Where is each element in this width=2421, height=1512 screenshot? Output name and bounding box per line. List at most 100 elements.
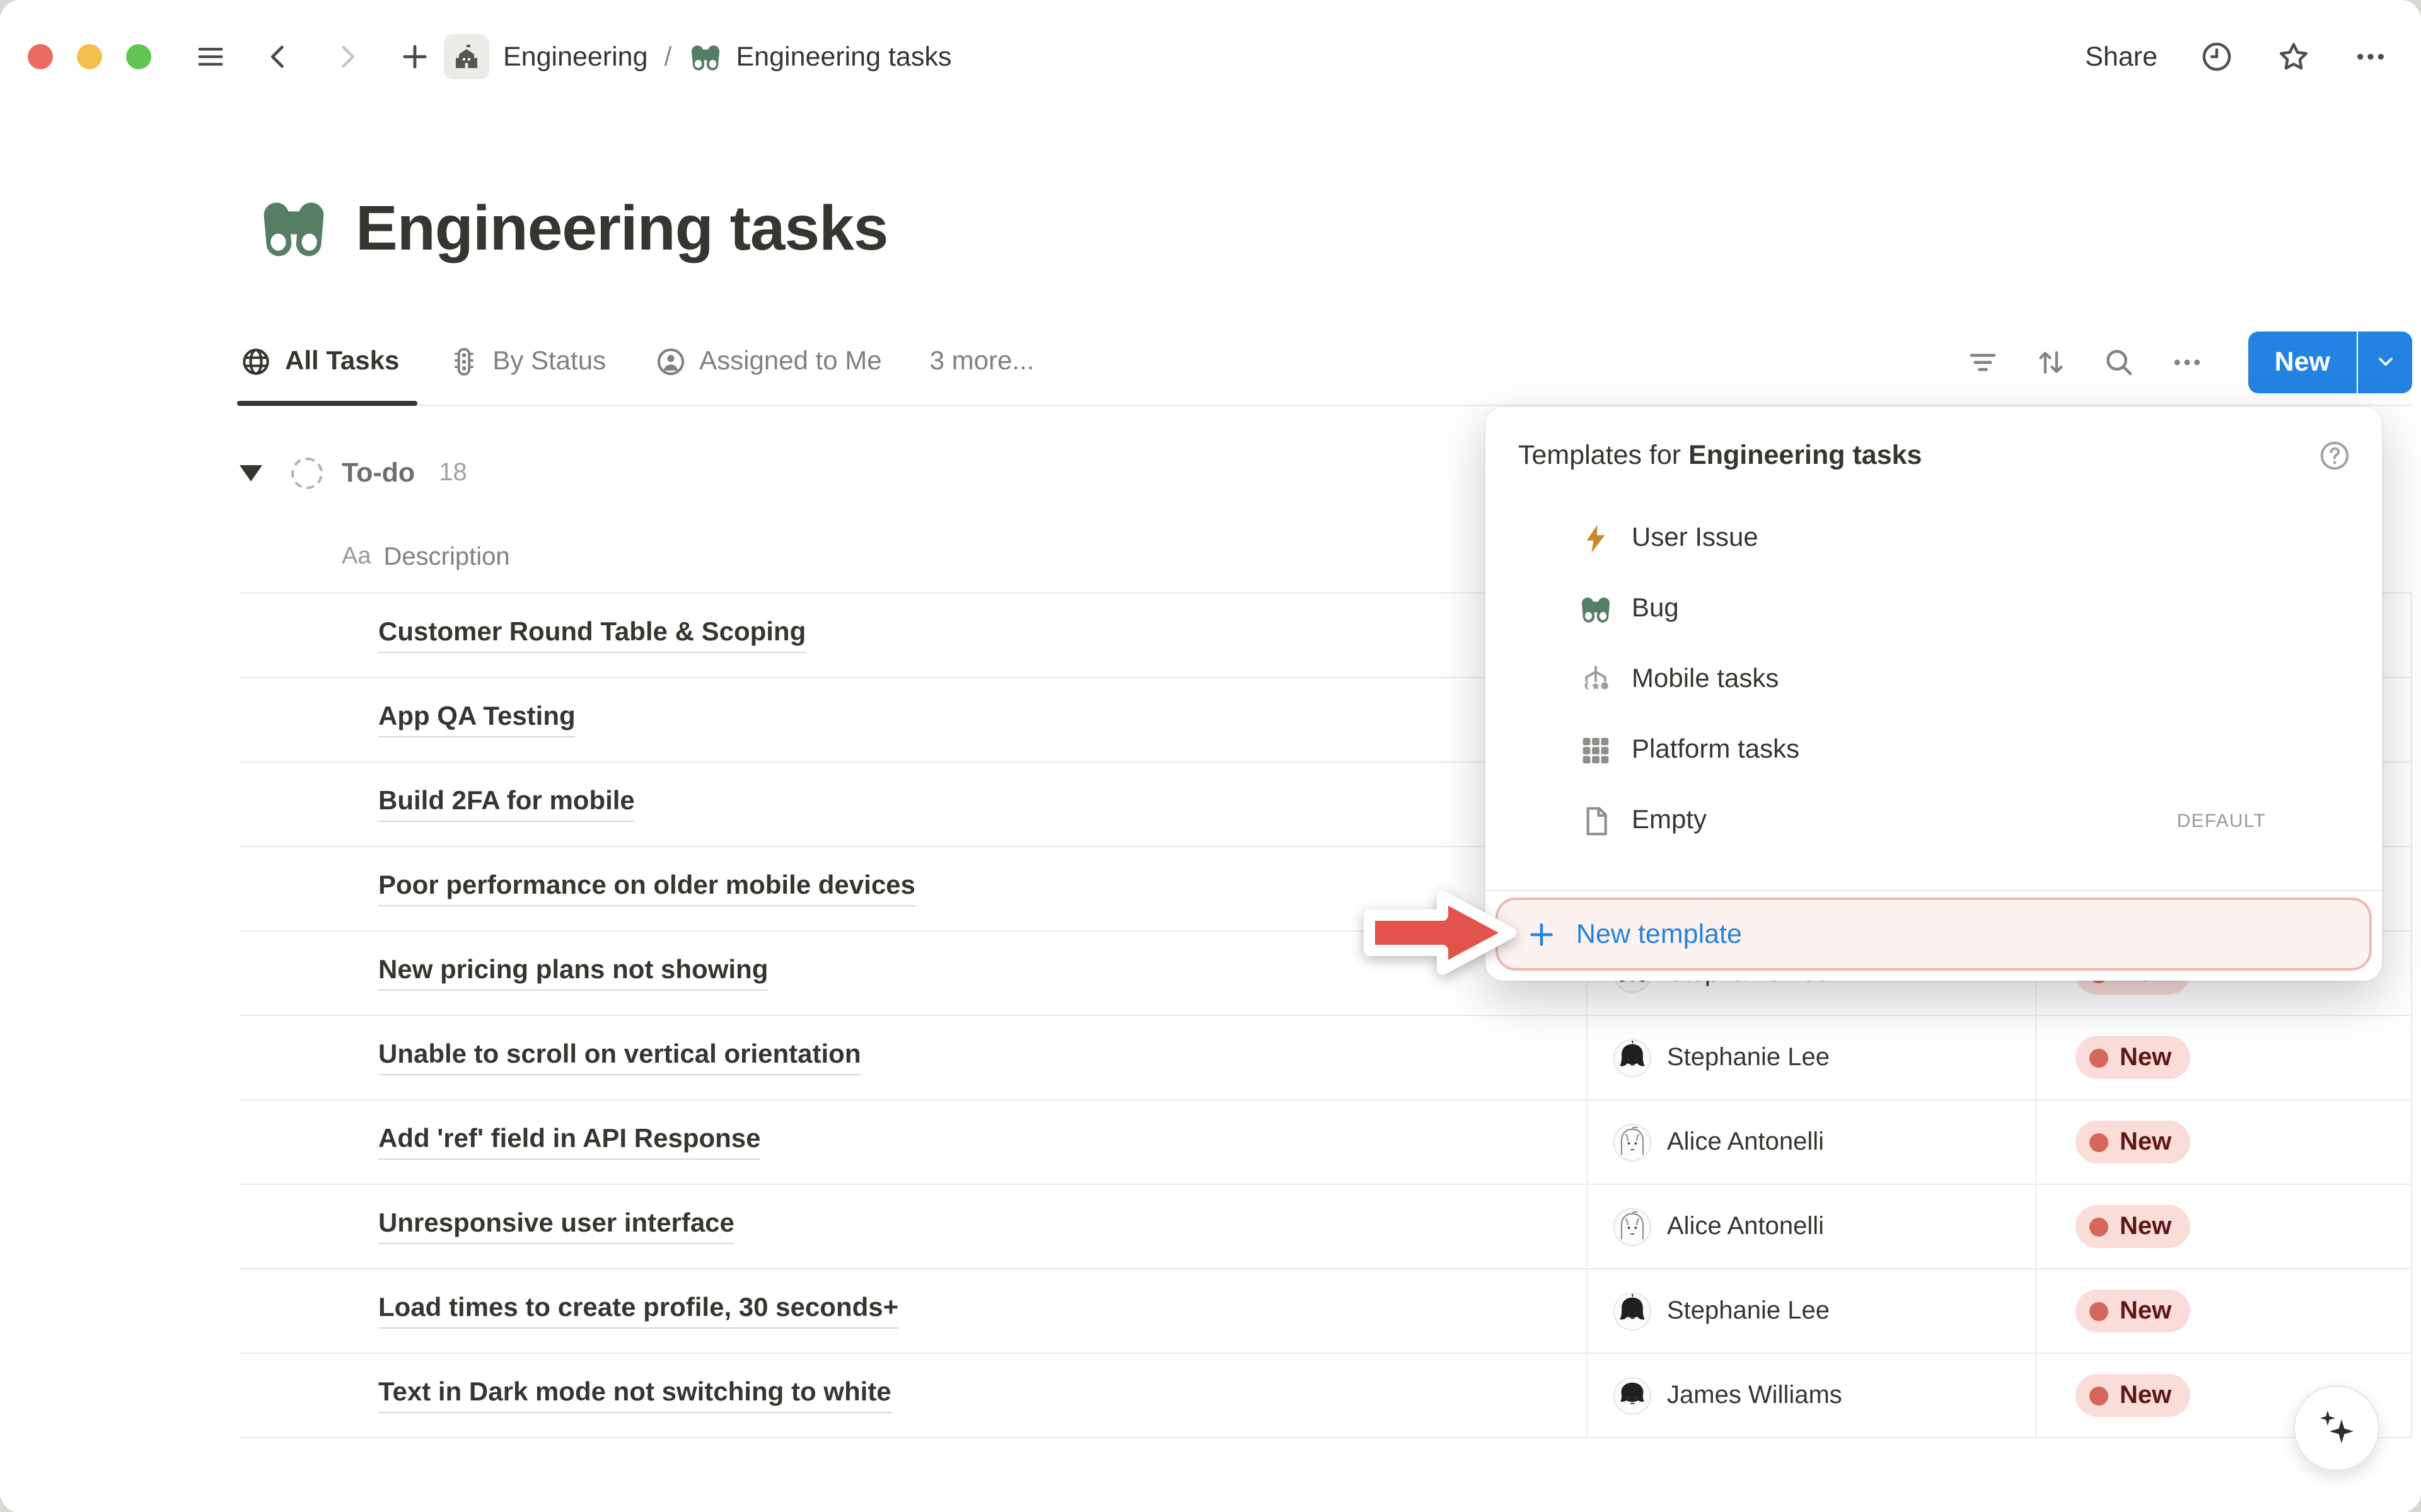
avatar: [1613, 1038, 1652, 1077]
status-cell[interactable]: New: [2035, 1185, 2411, 1268]
task-title[interactable]: Unresponsive user interface: [378, 1209, 734, 1244]
view-tab-all-tasks[interactable]: All Tasks: [240, 318, 399, 406]
status-badge[interactable]: New: [2076, 1374, 2190, 1417]
table-row[interactable]: Text in Dark mode not switching to white…: [240, 1354, 2411, 1438]
description-cell[interactable]: Customer Round Table & Scoping: [240, 618, 1586, 653]
task-title[interactable]: Load times to create profile, 30 seconds…: [378, 1293, 898, 1329]
table-row[interactable]: Add 'ref' field in API Response Alice An…: [240, 1100, 2411, 1185]
description-cell[interactable]: Add 'ref' field in API Response: [240, 1124, 1586, 1160]
star-icon[interactable]: [2276, 39, 2311, 74]
zoom-window-button[interactable]: [126, 44, 151, 69]
breadcrumb-item-engineering-tasks[interactable]: Engineering tasks: [736, 41, 952, 72]
close-window-button[interactable]: [28, 44, 53, 69]
table-row[interactable]: Unable to scroll on vertical orientation…: [240, 1016, 2411, 1100]
binoculars-icon: [328, 956, 362, 990]
help-icon[interactable]: [2318, 438, 2352, 472]
table-row[interactable]: Load times to create profile, 30 seconds…: [240, 1269, 2411, 1354]
group-name[interactable]: To-do: [342, 457, 415, 488]
more-icon[interactable]: [2353, 39, 2388, 74]
column-label[interactable]: Description: [384, 543, 510, 572]
item-more-icon[interactable]: [2316, 663, 2349, 696]
task-title[interactable]: Poor performance on older mobile devices: [378, 871, 915, 906]
binoculars-icon: [328, 872, 362, 906]
page-title-text[interactable]: Engineering tasks: [356, 192, 888, 265]
new-page-icon[interactable]: [396, 38, 434, 76]
view-tab-by-status[interactable]: By Status: [447, 318, 606, 406]
table-row[interactable]: Unresponsive user interface Alice Antone…: [240, 1185, 2411, 1269]
new-button-group: New: [2248, 331, 2412, 393]
sort-icon[interactable]: [2034, 345, 2068, 379]
description-cell[interactable]: App QA Testing: [240, 702, 1586, 737]
popup-divider: [1485, 890, 2382, 891]
item-more-icon[interactable]: [2316, 592, 2349, 625]
template-item-label: Bug: [1632, 594, 1679, 624]
back-icon[interactable]: [260, 38, 298, 76]
person-cell[interactable]: Alice Antonelli: [1586, 1185, 2035, 1268]
sidebar-menu-icon[interactable]: [192, 38, 229, 76]
task-title[interactable]: Unable to scroll on vertical orientation: [378, 1040, 861, 1075]
description-cell[interactable]: Unresponsive user interface: [240, 1209, 1586, 1244]
person-name: Alice Antonelli: [1667, 1128, 1824, 1157]
status-badge[interactable]: New: [2076, 1036, 2190, 1079]
task-title[interactable]: Text in Dark mode not switching to white: [378, 1378, 891, 1413]
template-item-empty[interactable]: Empty DEFAULT: [1485, 785, 2382, 856]
new-button[interactable]: New: [2248, 331, 2357, 393]
new-button-chevron[interactable]: [2358, 331, 2412, 393]
new-template-button[interactable]: New template: [1495, 897, 2372, 971]
binoculars-icon: [328, 1209, 362, 1244]
task-title[interactable]: Customer Round Table & Scoping: [378, 618, 806, 653]
plus-icon: [1526, 918, 1557, 950]
share-button[interactable]: Share: [2085, 41, 2157, 72]
status-badge[interactable]: New: [2076, 1205, 2190, 1248]
task-title[interactable]: New pricing plans not showing: [378, 955, 768, 991]
task-title[interactable]: App QA Testing: [378, 702, 576, 737]
notion-window: Engineering / Engineering tasks Share En…: [0, 0, 2421, 1512]
person-name: Stephanie Lee: [1667, 1043, 1830, 1072]
filter-icon[interactable]: [1966, 345, 2000, 379]
lightning-icon: [1579, 521, 1613, 555]
templates-popup: Templates for Engineering tasks User Iss…: [1485, 407, 2382, 981]
person-cell[interactable]: Alice Antonelli: [1586, 1100, 2035, 1184]
ai-assistant-button[interactable]: [2295, 1387, 2378, 1470]
description-cell[interactable]: Load times to create profile, 30 seconds…: [240, 1293, 1586, 1329]
task-title[interactable]: Build 2FA for mobile: [378, 787, 635, 822]
description-cell[interactable]: Unable to scroll on vertical orientation: [240, 1040, 1586, 1075]
view-tab-assigned-to-me[interactable]: Assigned to Me: [654, 318, 882, 406]
status-cell[interactable]: New: [2035, 1269, 2411, 1353]
view-tab-3-more[interactable]: 3 more...: [930, 318, 1035, 406]
breadcrumb-separator: /: [665, 41, 672, 72]
binoculars-icon: [328, 1294, 362, 1328]
status-badge[interactable]: New: [2076, 1121, 2190, 1163]
template-item-user-issue[interactable]: User Issue: [1485, 503, 2382, 574]
status-cell[interactable]: New: [2035, 1016, 2411, 1099]
description-cell[interactable]: Build 2FA for mobile: [240, 787, 1586, 822]
person-cell[interactable]: Stephanie Lee: [1586, 1016, 2035, 1099]
person-cell[interactable]: Stephanie Lee: [1586, 1269, 2035, 1353]
forward-icon[interactable]: [328, 38, 366, 76]
status-cell[interactable]: New: [2035, 1100, 2411, 1184]
template-item-mobile-tasks[interactable]: Mobile tasks: [1485, 644, 2382, 715]
binoculars-icon[interactable]: [257, 192, 330, 265]
person-name: Alice Antonelli: [1667, 1212, 1824, 1241]
breadcrumb-item-engineering[interactable]: Engineering: [503, 41, 648, 72]
item-more-icon[interactable]: [2316, 734, 2349, 766]
task-title[interactable]: Add 'ref' field in API Response: [378, 1124, 761, 1160]
status-badge[interactable]: New: [2076, 1290, 2190, 1332]
building-icon[interactable]: [444, 34, 489, 79]
description-cell[interactable]: Text in Dark mode not switching to white: [240, 1378, 1586, 1413]
status-text: New: [2120, 1128, 2171, 1157]
item-more-icon[interactable]: [2316, 522, 2349, 555]
search-icon[interactable]: [2102, 345, 2136, 379]
status-dot-icon: [2089, 1386, 2108, 1405]
status-dot-icon: [2089, 1217, 2108, 1236]
avatar: [1613, 1291, 1652, 1330]
minimize-window-button[interactable]: [77, 44, 102, 69]
person-cell[interactable]: James Williams: [1586, 1354, 2035, 1437]
collapse-triangle-icon[interactable]: [240, 465, 262, 481]
item-more-icon[interactable]: [2316, 804, 2349, 837]
more-icon[interactable]: [2170, 345, 2204, 379]
template-item-bug[interactable]: Bug: [1485, 574, 2382, 644]
globe-icon: [240, 345, 272, 378]
template-item-platform-tasks[interactable]: Platform tasks: [1485, 715, 2382, 785]
clock-icon[interactable]: [2199, 39, 2234, 74]
